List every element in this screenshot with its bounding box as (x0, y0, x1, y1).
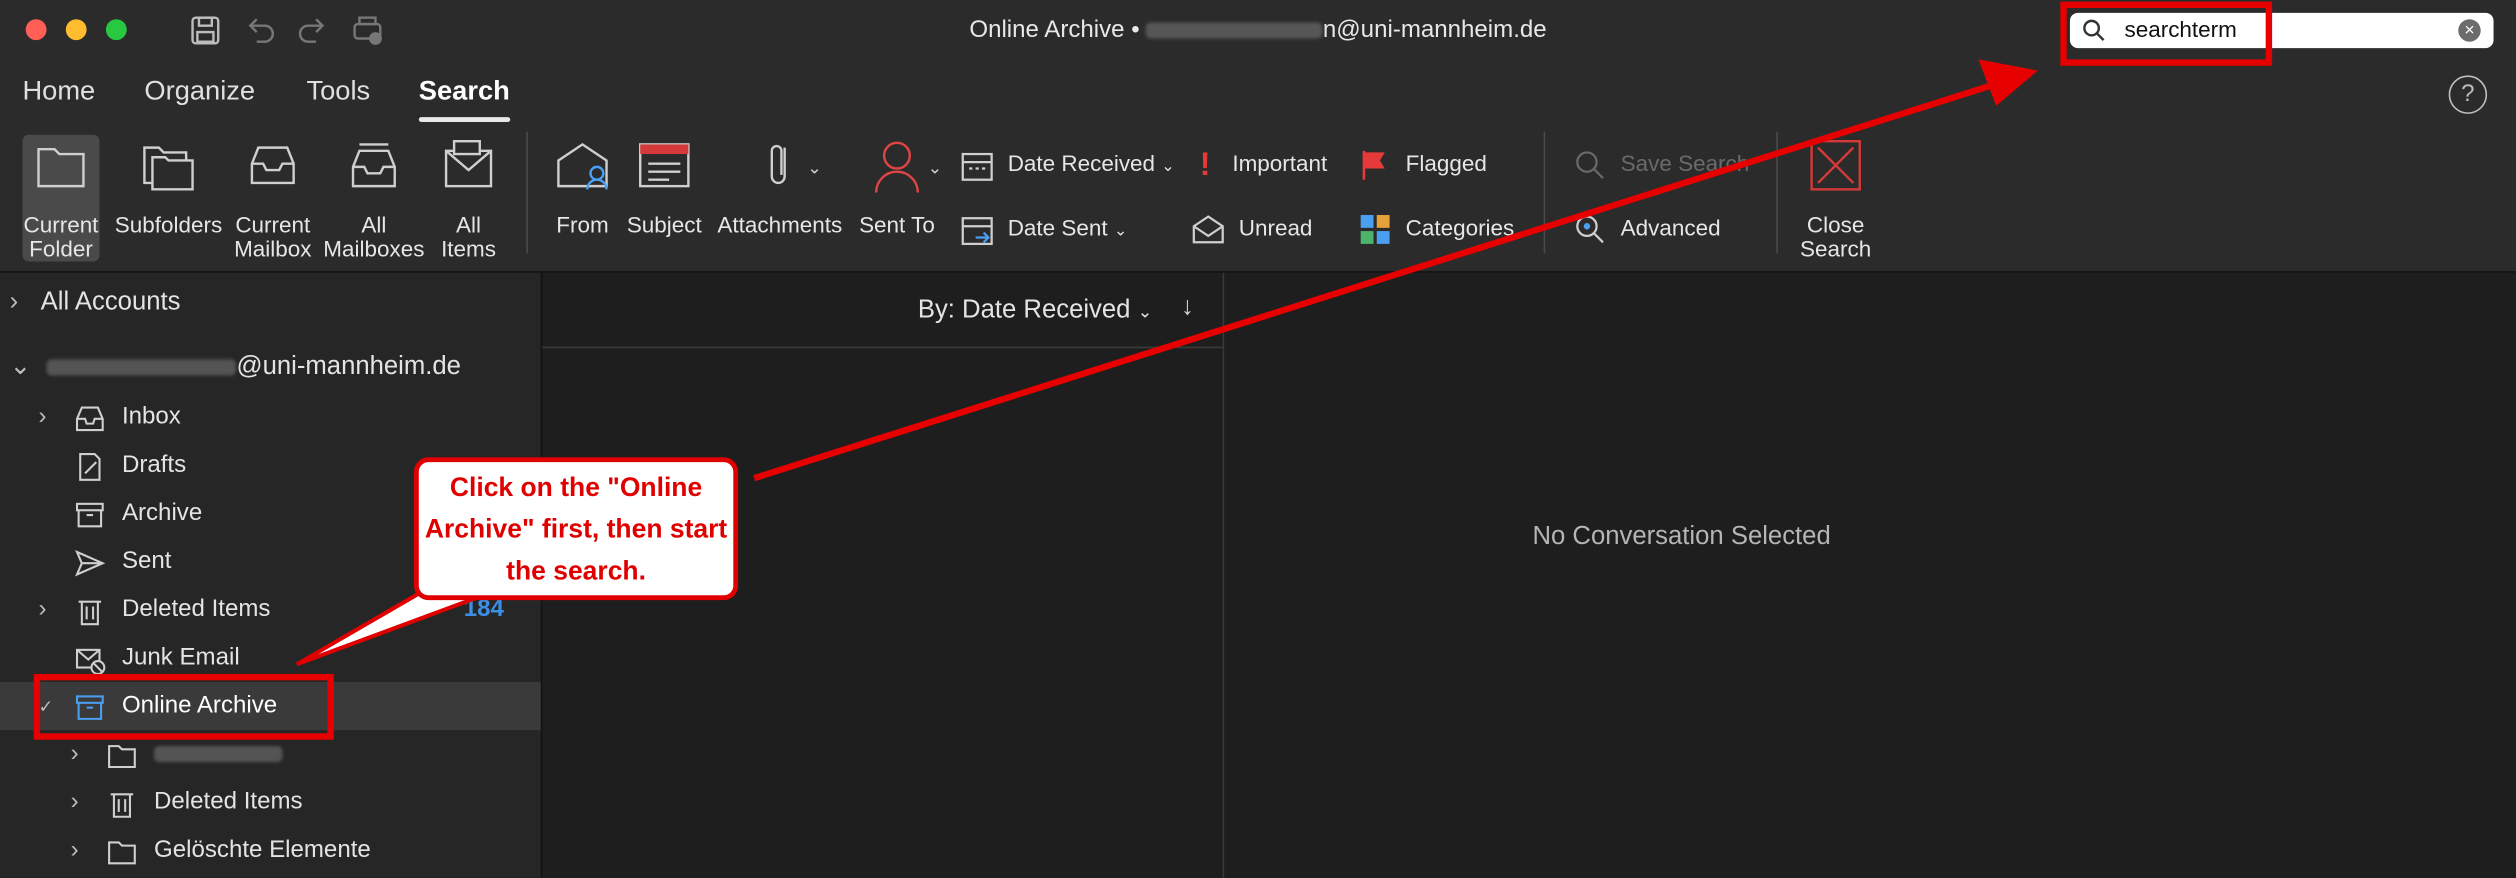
outlook-window: Online Archive • n@uni-mannheim.de searc… (0, 0, 2516, 878)
folder-highlight-box (33, 673, 334, 740)
annotation-arrow-head (1978, 59, 2038, 106)
annotation-overlay (295, 59, 2038, 667)
search-highlight-box (2060, 1, 2273, 66)
annotation-callout: Click on the "Online Archive" first, the… (413, 457, 739, 601)
annotation-arrow-line (753, 80, 1999, 482)
